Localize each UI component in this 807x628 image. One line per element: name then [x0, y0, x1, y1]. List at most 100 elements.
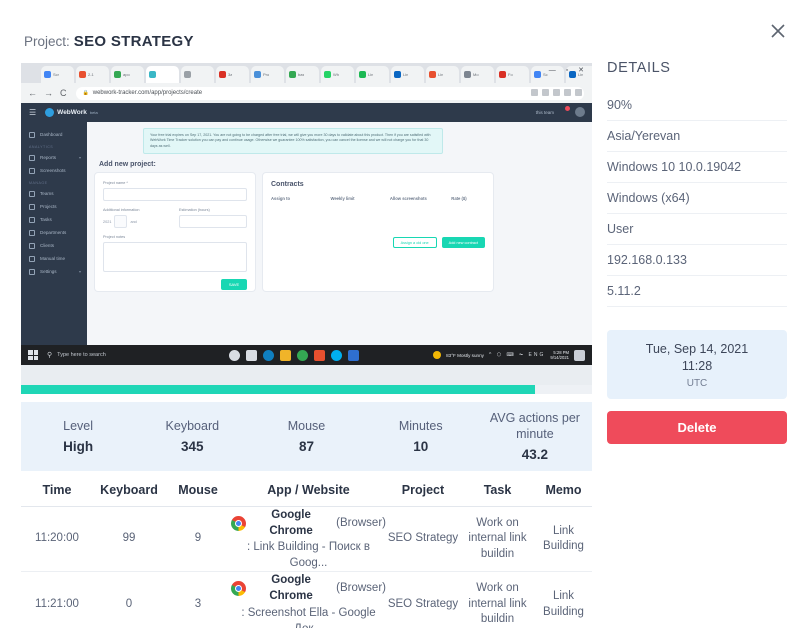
- cortana-icon[interactable]: [229, 349, 240, 361]
- sidebar-item-settings[interactable]: Settings ▾: [21, 265, 87, 278]
- save-button[interactable]: SAVE: [221, 279, 247, 291]
- browser-tab[interactable]: 2-1: [76, 66, 109, 83]
- edge-icon[interactable]: [263, 349, 274, 361]
- lock-icon: 🔒: [82, 90, 89, 96]
- notifications-icon[interactable]: [574, 349, 585, 361]
- trial-notice: Your free trial expires on Sep 17, 2021.…: [143, 128, 443, 155]
- project-notes-textarea[interactable]: [103, 242, 247, 273]
- browser-tab[interactable]: Mo: [461, 66, 494, 83]
- browser-tab[interactable]: 3a: [216, 66, 249, 83]
- dashboard-icon: [29, 131, 35, 138]
- table-row[interactable]: 11:21:00 0 3 Google Chrome (Browser) : Sc…: [21, 572, 592, 628]
- sidebar-item-teams[interactable]: Teams: [21, 187, 87, 200]
- project-name-input[interactable]: [103, 188, 247, 202]
- extension-icon[interactable]: [531, 89, 538, 96]
- taskbar-clock[interactable]: 5:28 PM 9/14/2021: [550, 350, 569, 361]
- close-icon[interactable]: [765, 18, 791, 44]
- estimation-label: Estimation (hours): [179, 208, 210, 213]
- table-row[interactable]: 11:20:00 99 9 Google Chrome (Browser) : L…: [21, 507, 592, 573]
- brand-logo-icon: [45, 108, 55, 117]
- browser-tab-active[interactable]: [146, 66, 179, 83]
- col-memo: Memo: [545, 483, 582, 497]
- delete-button[interactable]: Delete: [607, 411, 787, 444]
- tab-label: bas: [298, 72, 305, 77]
- extension-icon[interactable]: [542, 89, 549, 96]
- tab-favicon: [254, 71, 261, 78]
- browser-tab[interactable]: Wh: [321, 66, 354, 83]
- sidebar-group-manage: MANAGE: [29, 181, 48, 185]
- browser-tab[interactable]: Lin: [391, 66, 424, 83]
- browser-tab[interactable]: Fo: [496, 66, 529, 83]
- taskbar-tray: 83°F Mostly sunny ^ ⬡ ⌨ ⏦ ENG 5:28 PM 9/…: [433, 349, 592, 361]
- assign-old-contract-button[interactable]: Assign a old one: [392, 237, 437, 249]
- left-column: Scr 2-1 apo 3a Pro bas Wh Lin Lin Lin Mo…: [21, 63, 592, 628]
- reload-icon[interactable]: C: [60, 88, 67, 98]
- window-controls[interactable]: — ▫ ✕: [549, 66, 588, 74]
- sidebar-item-dashboard[interactable]: Dashboard: [21, 128, 87, 141]
- page-title: SEO STRATEGY: [73, 33, 194, 50]
- bell-icon[interactable]: [561, 106, 570, 116]
- tray-icons[interactable]: ^ ⬡ ⌨ ⏦ ENG: [489, 352, 545, 358]
- explorer-icon[interactable]: [280, 349, 291, 361]
- taskbar-search[interactable]: ⚲ Type here to search: [47, 351, 207, 359]
- tab-label: Pro: [263, 72, 270, 77]
- contracts-col-assign: Assign to: [271, 196, 291, 202]
- hamburger-icon[interactable]: ☰: [29, 108, 36, 117]
- sidebar-group-analytics: ANALYTICS: [29, 145, 54, 149]
- sidebar-item-clients[interactable]: Clients: [21, 239, 87, 252]
- extension-icon[interactable]: [564, 89, 571, 96]
- col-task: Task: [483, 483, 512, 497]
- app-name: Google Chrome: [269, 574, 313, 603]
- browser-tab[interactable]: Lin: [356, 66, 389, 83]
- brand-suffix: beta: [89, 110, 98, 115]
- browser-tab[interactable]: [181, 66, 214, 83]
- chrome-icon[interactable]: [297, 349, 308, 361]
- sidebar-item-projects[interactable]: Projects: [21, 200, 87, 213]
- sidebar-item-screenshots[interactable]: Screenshots: [21, 164, 87, 177]
- sidebar-item-departments[interactable]: Departments: [21, 226, 87, 239]
- browser-tab[interactable]: Lin: [426, 66, 459, 83]
- sidebar-item-tasks[interactable]: Tasks: [21, 213, 87, 226]
- tab-label: Fo: [508, 72, 513, 77]
- avatar[interactable]: [575, 107, 585, 117]
- extension-icon[interactable]: [553, 89, 560, 96]
- brand-name: WebWork: [57, 109, 87, 116]
- windows-icon[interactable]: [28, 350, 38, 360]
- browser-tab[interactable]: apo: [111, 66, 144, 83]
- tab-favicon: [394, 71, 401, 78]
- sidebar-item-manual-time[interactable]: Manual time: [21, 252, 87, 265]
- chrome-icon: [231, 580, 246, 596]
- estimation-input[interactable]: [179, 215, 247, 229]
- task-view-icon[interactable]: [246, 349, 257, 361]
- bluetooth-icon[interactable]: [314, 349, 325, 361]
- form-title: Add new project:: [99, 161, 156, 169]
- browser-tab[interactable]: bas: [286, 66, 319, 83]
- profile-icon[interactable]: [575, 89, 582, 96]
- stat-value: 10: [413, 438, 429, 454]
- screenshot-thumbnail[interactable]: Scr 2-1 apo 3a Pro bas Wh Lin Lin Lin Mo…: [21, 63, 592, 385]
- tab-label: Lin: [403, 72, 409, 77]
- stat-label: Keyboard: [165, 419, 220, 434]
- tab-favicon: [324, 71, 331, 78]
- windows-taskbar: ⚲ Type here to search 83°F Mostly sunny …: [21, 345, 592, 365]
- browser-tab[interactable]: Scr: [41, 66, 74, 83]
- tab-label: Sc: [543, 72, 548, 77]
- add-project-form: Project name * Additional information 20…: [95, 173, 255, 292]
- url-input[interactable]: 🔒 webwork-tracker.com/app/projects/creat…: [75, 86, 584, 100]
- add-new-contract-button[interactable]: Add new contract: [441, 237, 485, 249]
- browser-tab[interactable]: Pro: [251, 66, 284, 83]
- back-icon[interactable]: ←: [28, 88, 37, 98]
- calendar-icon[interactable]: [114, 215, 128, 229]
- stat-label: Mouse: [287, 419, 326, 434]
- browser-chrome: Scr 2-1 apo 3a Pro bas Wh Lin Lin Lin Mo…: [21, 63, 592, 103]
- store-icon[interactable]: [348, 349, 359, 361]
- forward-icon[interactable]: →: [44, 88, 53, 98]
- skype-icon[interactable]: [331, 349, 342, 361]
- stat-level: Level High: [21, 419, 135, 454]
- sidebar-item-reports[interactable]: Reports ▾: [21, 151, 87, 164]
- tab-favicon: [464, 71, 471, 78]
- weather-icon[interactable]: [433, 351, 442, 359]
- activity-progress-fill: [21, 385, 535, 394]
- team-selector[interactable]: this team: [536, 110, 554, 115]
- stat-minutes: Minutes 10: [364, 419, 478, 454]
